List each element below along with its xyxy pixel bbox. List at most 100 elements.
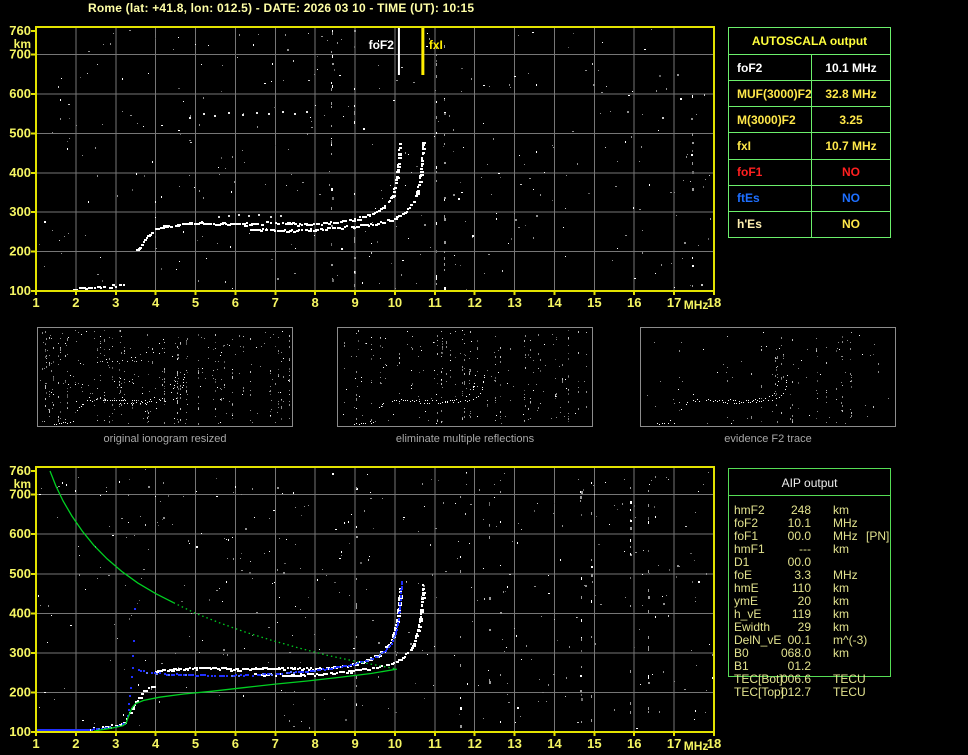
aip-unit: km xyxy=(833,607,849,621)
x-tick-label: 5 xyxy=(192,295,199,310)
param-value: 3.25 xyxy=(839,112,863,127)
y-tick-label: 100 xyxy=(9,724,31,739)
thumbnail-original-ionogram xyxy=(37,327,293,427)
x-tick-label: 1 xyxy=(32,736,39,751)
fxI-marker: fxI xyxy=(421,27,443,75)
aip-value: 00.0 xyxy=(787,555,811,569)
x-tick-label: 16 xyxy=(627,295,641,310)
x-tick-label: 11 xyxy=(428,295,442,310)
electron-density-profile-near-peak xyxy=(173,602,398,670)
aip-value: 00.0 xyxy=(787,529,811,543)
aip-row: foF1 00.0 MHz [PN] xyxy=(729,529,890,543)
aip-row: ymE 20 km xyxy=(729,594,890,608)
foF2-marker: foF2 xyxy=(369,27,400,75)
autoscala-row: fxI 10.7 MHz xyxy=(729,132,890,159)
F2-trace-ordinary xyxy=(155,143,402,230)
y-tick-label: 760 xyxy=(9,463,31,478)
y-tick-label: 100 xyxy=(9,283,31,298)
thumbnail-caption-original: original ionogram resized xyxy=(103,433,227,445)
aip-row: B0 068.0 km xyxy=(729,646,890,660)
x-tick-label: 8 xyxy=(312,295,319,310)
aip-row: DelN_vE 00.1 m^(-3) xyxy=(729,633,890,647)
autoscala-row: ftEs NO xyxy=(729,184,890,211)
aip-unit: km xyxy=(833,581,849,595)
aip-row: h_vE 119 km xyxy=(729,607,890,621)
x-tick-label: 13 xyxy=(507,736,521,751)
aip-row: Ewidth 29 km xyxy=(729,620,890,634)
aip-value: 068.0 xyxy=(780,646,811,660)
aip-value: 006.6 xyxy=(780,672,811,686)
autoscala-row: h'Es NO xyxy=(729,210,890,237)
aip-unit: km xyxy=(833,503,849,517)
x-tick-label: 18 xyxy=(707,295,721,310)
y-tick-label: 300 xyxy=(9,645,31,660)
aip-row: hmF2 248 km xyxy=(729,503,890,517)
param-label: M(3000)F2 xyxy=(729,107,812,133)
autoscala-row: foF1 NO xyxy=(729,158,890,185)
thumbnail-eliminate-reflections xyxy=(337,327,593,427)
x-tick-label: 4 xyxy=(152,736,160,751)
y-tick-label: 200 xyxy=(9,684,31,699)
y-tick-label: 600 xyxy=(9,526,31,541)
thumbnail-noise xyxy=(343,330,587,424)
param-value: NO xyxy=(842,217,860,232)
autoscala-app-screen: Rome (lat: +41.8, lon: 012.5) - DATE: 20… xyxy=(0,0,968,755)
electron-density-profile-topside xyxy=(49,470,174,604)
F-cusp xyxy=(136,232,154,251)
thumbnail-noise xyxy=(647,332,889,424)
aip-param: foF2 xyxy=(734,516,759,530)
restored-E-row xyxy=(36,729,88,731)
aip-value: 248 xyxy=(790,503,811,517)
aip-unit: km xyxy=(833,646,849,660)
x-tick-label: 15 xyxy=(587,295,601,310)
x-tick-label: 13 xyxy=(507,295,521,310)
aip-row: D1 00.0 xyxy=(729,555,890,569)
autoscala-output-table: AUTOSCALA output foF2 10.1 MHz MUF(3000)F2… xyxy=(728,27,891,238)
aip-table-rows: hmF2 248 km foF2 10.1 MHz foF1 00.0 MHz [PN] hmF1-… xyxy=(729,503,890,699)
y-axis-unit-label: km xyxy=(14,477,31,491)
param-label: MUF(3000)F2 xyxy=(729,81,812,107)
electron-density-profile-bottomside xyxy=(93,668,398,732)
y-tick-label: 500 xyxy=(9,566,31,581)
aip-param: foE xyxy=(734,568,753,582)
x-tick-label: 17 xyxy=(667,295,681,310)
aip-unit: m^(-3) xyxy=(833,633,868,647)
x-tick-label: 16 xyxy=(627,736,641,751)
grid xyxy=(36,27,714,291)
x-tick-label: 6 xyxy=(232,295,239,310)
foF2-marker-label: foF2 xyxy=(369,38,395,52)
x-axis-unit-label: MHz xyxy=(684,739,709,753)
aip-table-title: AIP output xyxy=(729,469,890,496)
x-tick-label: 7 xyxy=(272,736,279,751)
noise-speckle xyxy=(38,469,713,729)
x-tick-label: 12 xyxy=(467,295,481,310)
aip-param: hmE xyxy=(734,581,759,595)
aip-row: hmE 110 km xyxy=(729,581,890,595)
aip-param: ymE xyxy=(734,594,758,608)
aip-param: D1 xyxy=(734,555,750,569)
x-tick-label: 7 xyxy=(272,295,279,310)
aip-value: 10.1 xyxy=(787,516,811,530)
aip-output-table: AIP output hmF2 248 km foF2 10.1 MHz foF1 00.0 M… xyxy=(728,468,891,699)
aip-unit: km xyxy=(833,594,849,608)
x-tick-label: 2 xyxy=(72,295,79,310)
param-value: NO xyxy=(842,165,860,180)
x-tick-label: 4 xyxy=(152,295,160,310)
second-hop-echoes xyxy=(189,111,308,119)
x-tick-label: 10 xyxy=(388,736,402,751)
y-tick-label: 200 xyxy=(9,244,31,259)
x-tick-label: 11 xyxy=(428,736,442,751)
aip-row: B1 01.2 xyxy=(729,659,890,673)
autoscala-row: MUF(3000)F2 32.8 MHz xyxy=(729,80,890,107)
x-tick-label: 5 xyxy=(192,736,199,751)
aip-value: 3.3 xyxy=(794,568,811,582)
fxI-marker-label: fxI xyxy=(429,38,443,52)
aip-unit: TECU xyxy=(833,685,866,699)
aip-row: foE 3.3 MHz xyxy=(729,568,890,582)
aip-value: 29 xyxy=(797,620,811,634)
aip-value: 20 xyxy=(797,594,811,608)
thumbnail-caption-eliminate: eliminate multiple reflections xyxy=(395,433,535,445)
y-tick-label: 500 xyxy=(9,125,31,140)
y-tick-label: 400 xyxy=(9,605,31,620)
aip-unit: TECU xyxy=(833,672,866,686)
